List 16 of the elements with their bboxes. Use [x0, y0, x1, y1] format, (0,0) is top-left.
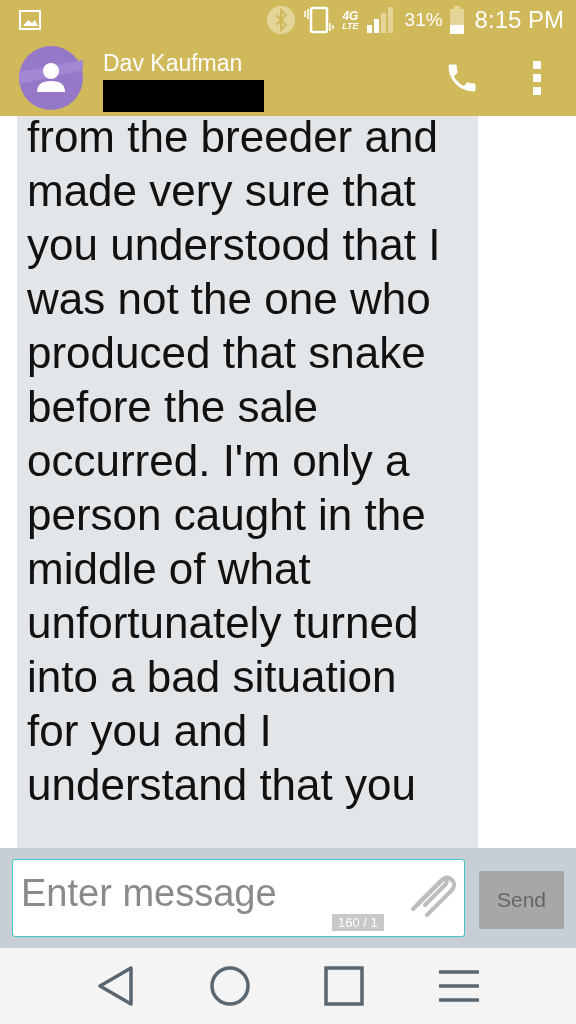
- network-type: 4G: [342, 9, 359, 22]
- contact-name: Dav Kaufman: [103, 50, 243, 76]
- clock: 8:15 PM: [474, 6, 564, 34]
- recent-apps-icon[interactable]: [324, 966, 365, 1006]
- back-icon[interactable]: [97, 966, 136, 1006]
- home-icon[interactable]: [209, 966, 250, 1006]
- bluetooth-icon: [266, 5, 297, 35]
- battery-percentage: 31%: [404, 9, 443, 31]
- network-subtype: LTE: [342, 21, 359, 31]
- message-text: from the breeder and made very sure that you understood that I was not the one who produced that snake before the sale occurred. I'm only a person caught in the middle of what unfortunately turned into a bad situation for you and I understand that you: [27, 116, 442, 811]
- avatar[interactable]: [19, 46, 83, 110]
- vibrate-icon: [302, 5, 337, 35]
- picture-icon: [18, 8, 42, 32]
- send-button[interactable]: Send: [479, 871, 564, 929]
- battery-icon: [448, 5, 465, 35]
- menu-icon[interactable]: [438, 970, 479, 1002]
